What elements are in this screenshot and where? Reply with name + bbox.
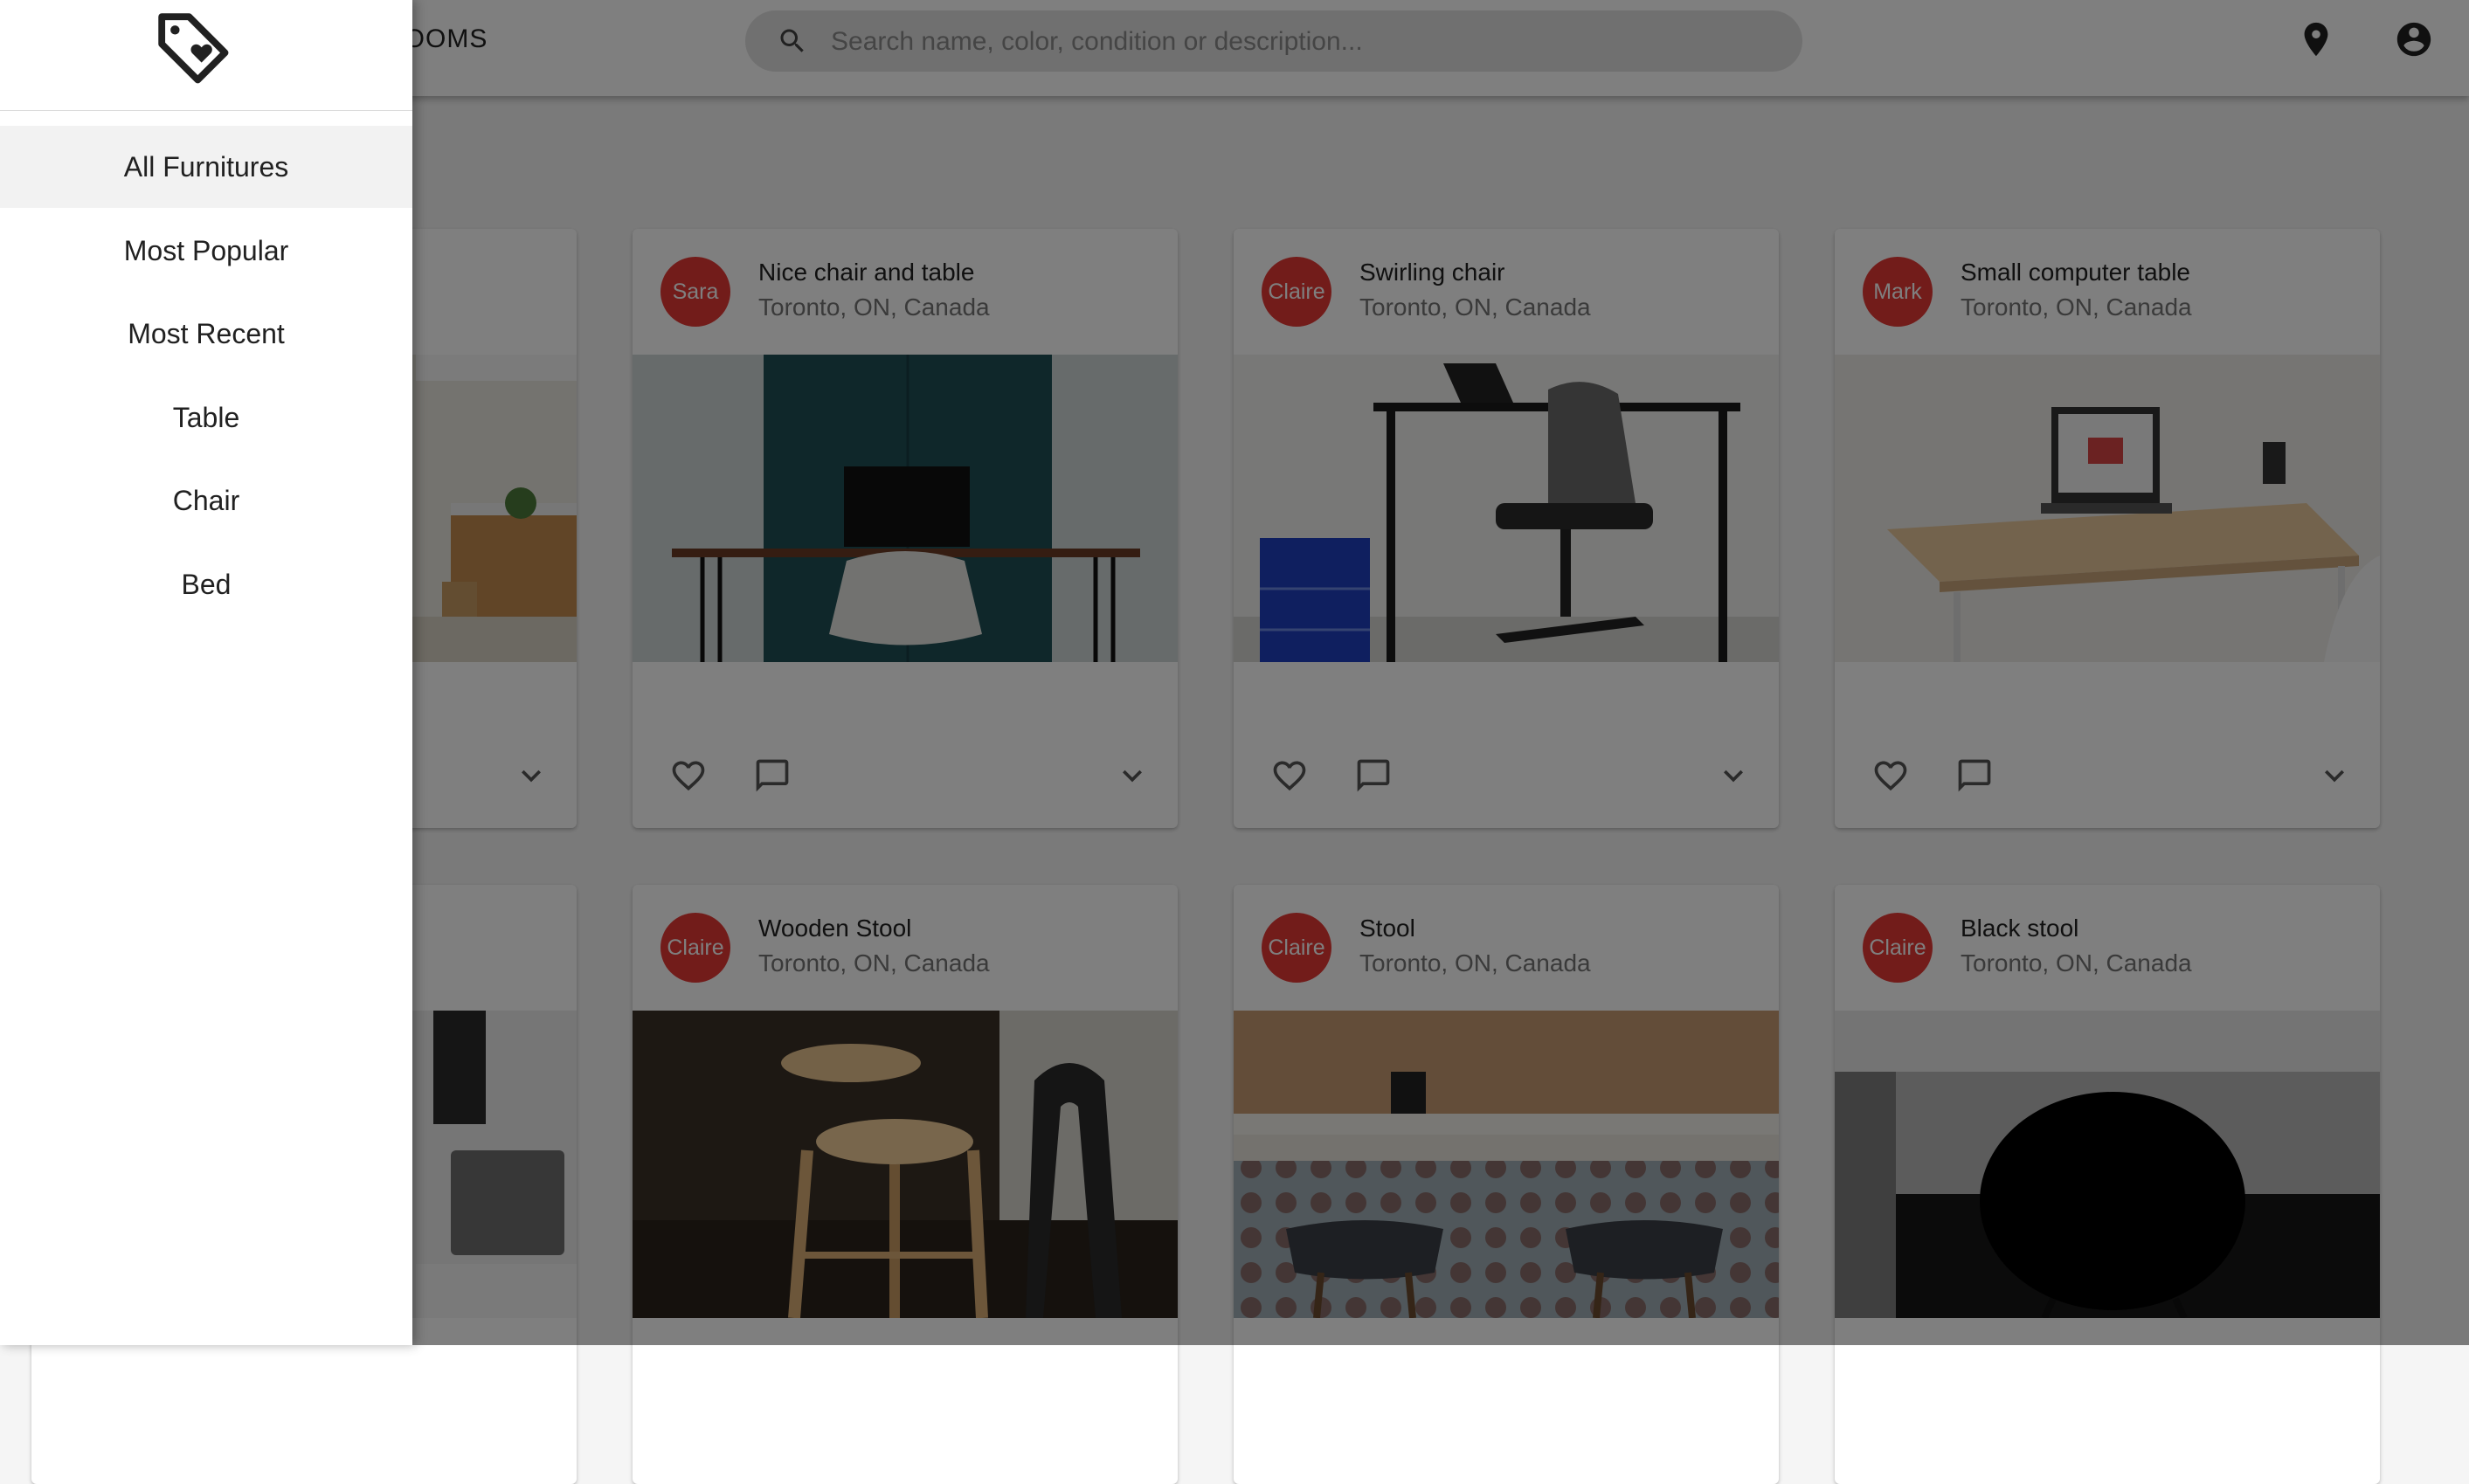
drawer-item-bed[interactable]: Bed: [0, 543, 412, 625]
drawer-item-all-furnitures[interactable]: All Furnitures: [0, 126, 412, 208]
drawer-item-most-recent[interactable]: Most Recent: [0, 293, 412, 375]
drawer-header: [0, 0, 412, 111]
navigation-drawer: All Furnitures Most Popular Most Recent …: [0, 0, 412, 1345]
heart-tag-icon[interactable]: [149, 3, 239, 94]
drawer-item-table[interactable]: Table: [0, 376, 412, 459]
drawer-item-most-popular[interactable]: Most Popular: [0, 210, 412, 292]
drawer-item-chair[interactable]: Chair: [0, 459, 412, 542]
